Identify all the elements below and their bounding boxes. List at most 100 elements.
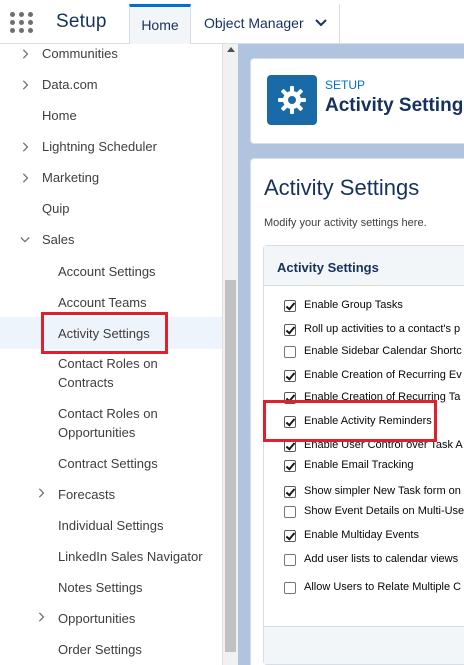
option-multiday-events[interactable]: Enable Multiday Events (264, 528, 464, 548)
sidebar-item-contact-roles-opportunities[interactable]: Contact Roles on Opportunities (0, 404, 222, 444)
checkbox[interactable] (284, 554, 296, 566)
option-user-lists-calendar[interactable]: Add user lists to calendar views (264, 552, 464, 572)
checkbox[interactable] (284, 506, 296, 518)
scrollbar-thumb[interactable] (225, 280, 236, 652)
app-name: Setup (56, 11, 107, 32)
checkbox[interactable] (284, 460, 296, 472)
page-description: Modify your activity settings here. (264, 217, 427, 229)
sidebar-item-home[interactable]: Home (0, 108, 222, 128)
checkbox[interactable] (284, 440, 296, 452)
chevron-right-icon[interactable] (20, 142, 30, 152)
sidebar-item-label: Home (42, 108, 77, 123)
sidebar-item-account-teams[interactable]: Account Teams (0, 293, 222, 315)
chevron-down-icon[interactable] (20, 235, 30, 245)
sidebar-item-quip[interactable]: Quip (0, 201, 222, 221)
option-recurring-tasks[interactable]: Enable Creation of Recurring Ta (264, 390, 464, 410)
option-activity-reminders[interactable]: Enable Activity Reminders (264, 414, 464, 434)
chevron-right-icon[interactable] (36, 612, 46, 622)
chevron-right-icon[interactable] (20, 80, 30, 90)
sidebar-item-label: Order Settings (58, 642, 142, 657)
page-title: Activity Settings (264, 175, 420, 200)
option-label: Enable Multiday Events (304, 529, 419, 541)
checkbox[interactable] (284, 346, 296, 358)
option-relate-multiple-contacts[interactable]: Allow Users to Relate Multiple C (264, 580, 464, 600)
sidebar-item-opportunities[interactable]: Opportunities (0, 609, 222, 631)
section-footer (264, 626, 464, 664)
option-label: Allow Users to Relate Multiple C (304, 581, 462, 593)
tab-object-manager[interactable]: Object Manager (192, 4, 340, 44)
option-label: Add user lists to calendar views (304, 553, 459, 565)
sidebar-item-lightning-scheduler[interactable]: Lightning Scheduler (0, 139, 222, 159)
option-label: Show simpler New Task form on (304, 485, 461, 497)
chevron-down-icon[interactable] (315, 19, 327, 27)
option-recurring-events[interactable]: Enable Creation of Recurring Ev (264, 368, 464, 388)
sidebar-item-notes-settings[interactable]: Notes Settings (0, 578, 222, 600)
option-label: Enable Group Tasks (304, 299, 403, 311)
option-sidebar-calendar-shortcut[interactable]: Enable Sidebar Calendar Shortc (264, 344, 464, 364)
sidebar-item-label: Contact Roles on Opportunities (58, 406, 158, 440)
top-bar: Setup Home Object Manager (0, 0, 464, 44)
sidebar-item-label: Sales (42, 232, 75, 247)
option-event-details-multi-user[interactable]: Show Event Details on Multi-Use (264, 504, 464, 524)
section-title: Activity Settings (277, 260, 379, 275)
sidebar-item-data-com[interactable]: Data.com (0, 77, 222, 97)
option-user-control-task[interactable]: Enable User Control over Task A (264, 438, 464, 458)
chevron-right-icon[interactable] (36, 488, 46, 498)
sidebar-item-account-settings[interactable]: Account Settings (0, 262, 222, 284)
sidebar-item-order-settings[interactable]: Order Settings (0, 640, 222, 662)
sidebar-item-label: Forecasts (58, 487, 116, 502)
gear-icon (278, 86, 306, 114)
checkbox[interactable] (284, 530, 296, 542)
checkbox[interactable] (284, 300, 296, 312)
activity-settings-section: Activity Settings Enable Group Tasks Rol… (263, 245, 464, 665)
sidebar-item-linkedin-sales-navigator[interactable]: LinkedIn Sales Navigator (0, 547, 222, 569)
app-launcher-icon[interactable] (10, 12, 34, 34)
sidebar-item-marketing[interactable]: Marketing (0, 170, 222, 190)
sidebar-item-label: Activity Settings (58, 326, 150, 341)
sidebar-item-label: Contact Roles on Contracts (58, 356, 158, 390)
checkbox[interactable] (284, 324, 296, 336)
sidebar-item-forecasts[interactable]: Forecasts (0, 485, 222, 507)
settings-card: Activity Settings Modify your activity s… (250, 158, 464, 665)
sidebar-item-contract-settings[interactable]: Contract Settings (0, 454, 222, 476)
checkbox[interactable] (284, 370, 296, 382)
option-label: Enable User Control over Task A (304, 439, 463, 451)
option-label: Enable Activity Reminders (304, 415, 432, 427)
chevron-right-icon[interactable] (20, 49, 30, 59)
tab-home[interactable]: Home (129, 4, 191, 44)
sidebar-item-label: Account Settings (58, 264, 156, 279)
option-roll-up-activities[interactable]: Roll up activities to a contact's p (264, 322, 464, 342)
option-label: Enable Email Tracking (304, 459, 414, 471)
chevron-right-icon[interactable] (20, 173, 30, 183)
breadcrumb[interactable]: SETUP (325, 78, 365, 92)
sidebar-item-contact-roles-contracts[interactable]: Contact Roles on Contracts (0, 354, 222, 394)
setup-sidebar: Communities Data.com Home Lightning Sche… (0, 44, 222, 665)
option-label: Enable Creation of Recurring Ev (304, 369, 462, 381)
sidebar-item-label: Account Teams (58, 295, 147, 310)
sidebar-scrollbar[interactable] (222, 44, 238, 665)
option-simpler-new-task-form[interactable]: Show simpler New Task form on (264, 484, 464, 504)
page-header-title: Activity Settings (325, 95, 464, 116)
sidebar-item-label: Lightning Scheduler (42, 139, 157, 154)
option-email-tracking[interactable]: Enable Email Tracking (264, 458, 464, 478)
sidebar-item-label: Notes Settings (58, 580, 143, 595)
sidebar-item-label: Opportunities (58, 611, 136, 626)
sidebar-item-label: Data.com (42, 77, 98, 92)
sidebar-item-activity-settings[interactable]: Activity Settings (0, 317, 222, 349)
checkbox[interactable] (284, 416, 296, 428)
option-label: Roll up activities to a contact's p (304, 323, 461, 335)
scroll-up-icon[interactable] (227, 47, 235, 52)
page-header: SETUP Activity Settings (250, 58, 464, 144)
setup-icon-tile (267, 75, 317, 125)
sidebar-item-individual-settings[interactable]: Individual Settings (0, 516, 222, 538)
option-label: Show Event Details on Multi-Use (304, 505, 464, 517)
sidebar-item-label: Marketing (42, 170, 100, 185)
option-enable-group-tasks[interactable]: Enable Group Tasks (264, 298, 464, 318)
option-label: Enable Sidebar Calendar Shortc (304, 345, 462, 357)
checkbox[interactable] (284, 582, 296, 594)
checkbox[interactable] (284, 486, 296, 498)
checkbox[interactable] (284, 392, 296, 404)
sidebar-item-communities[interactable]: Communities (0, 46, 222, 66)
sidebar-item-sales[interactable]: Sales (0, 232, 222, 252)
sidebar-item-label: Quip (42, 201, 70, 216)
